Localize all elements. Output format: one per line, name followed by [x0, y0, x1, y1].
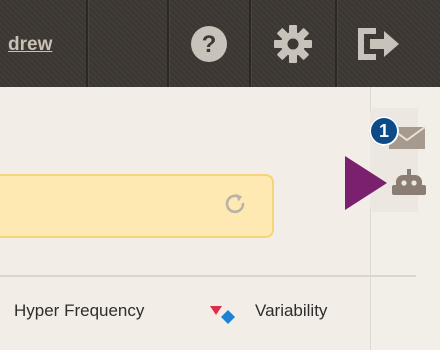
logout-button[interactable]: [337, 0, 421, 87]
question-circle-icon: ?: [191, 25, 227, 62]
robot-icon[interactable]: [392, 168, 426, 198]
section-divider: [0, 275, 416, 277]
svg-text:?: ?: [202, 31, 217, 58]
topbar-divider: [86, 0, 88, 87]
user-name-link[interactable]: drew: [8, 34, 52, 56]
variability-icon: [210, 306, 235, 324]
gear-icon: [274, 24, 312, 63]
pointer-arrow-icon: [345, 156, 387, 210]
refresh-icon[interactable]: [222, 191, 248, 217]
legend-hyper-frequency-label: Hyper Frequency: [14, 301, 145, 320]
help-button[interactable]: ?: [169, 0, 249, 87]
top-navigation-bar: drew ?: [0, 0, 440, 87]
mail-badge: 1: [369, 116, 399, 146]
sign-out-icon: [358, 27, 399, 60]
settings-button[interactable]: [251, 0, 335, 87]
legend-variability-label: Variability: [255, 301, 328, 320]
